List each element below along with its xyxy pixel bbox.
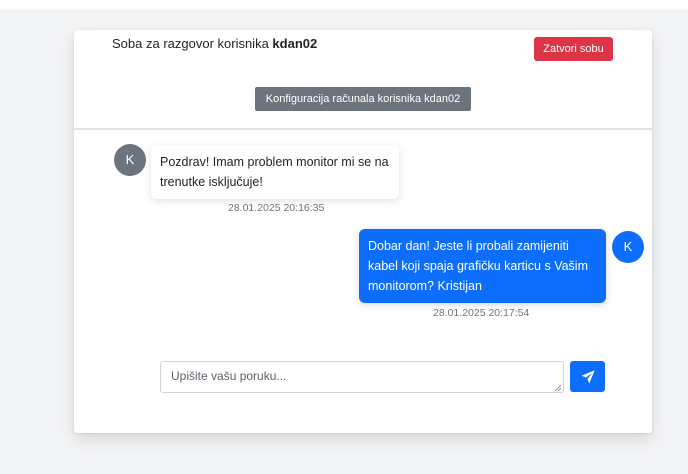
chat-header: Soba za razgovor korisnika kdan02 Zatvor…	[74, 30, 652, 130]
user-computer-config-button[interactable]: Konfiguracija računala korisnika kdan02	[255, 87, 471, 111]
incoming-message-bubble: Pozdrav! Imam problem monitor mi se na t…	[151, 145, 399, 199]
resize-grip-icon[interactable]	[554, 384, 561, 391]
message-input[interactable]	[160, 361, 564, 393]
chat-room-card: Soba za razgovor korisnika kdan02 Zatvor…	[74, 30, 652, 433]
agent-avatar: K	[612, 231, 644, 263]
close-room-button[interactable]: Zatvori sobu	[534, 37, 613, 61]
room-username: kdan02	[272, 36, 318, 51]
outgoing-message-bubble: Dobar dan! Jeste li probali zamijeniti k…	[359, 229, 606, 303]
room-title: Soba za razgovor korisnika kdan02	[112, 36, 317, 51]
send-button[interactable]	[570, 361, 605, 392]
sender-avatar: K	[114, 144, 146, 176]
message-timestamp: 28.01.2025 20:17:54	[433, 307, 530, 319]
room-title-prefix: Soba za razgovor korisnika	[112, 36, 273, 51]
paper-plane-icon	[581, 369, 595, 383]
message-timestamp: 28.01.2025 20:16:35	[228, 202, 325, 214]
window-top-strip	[0, 0, 688, 10]
